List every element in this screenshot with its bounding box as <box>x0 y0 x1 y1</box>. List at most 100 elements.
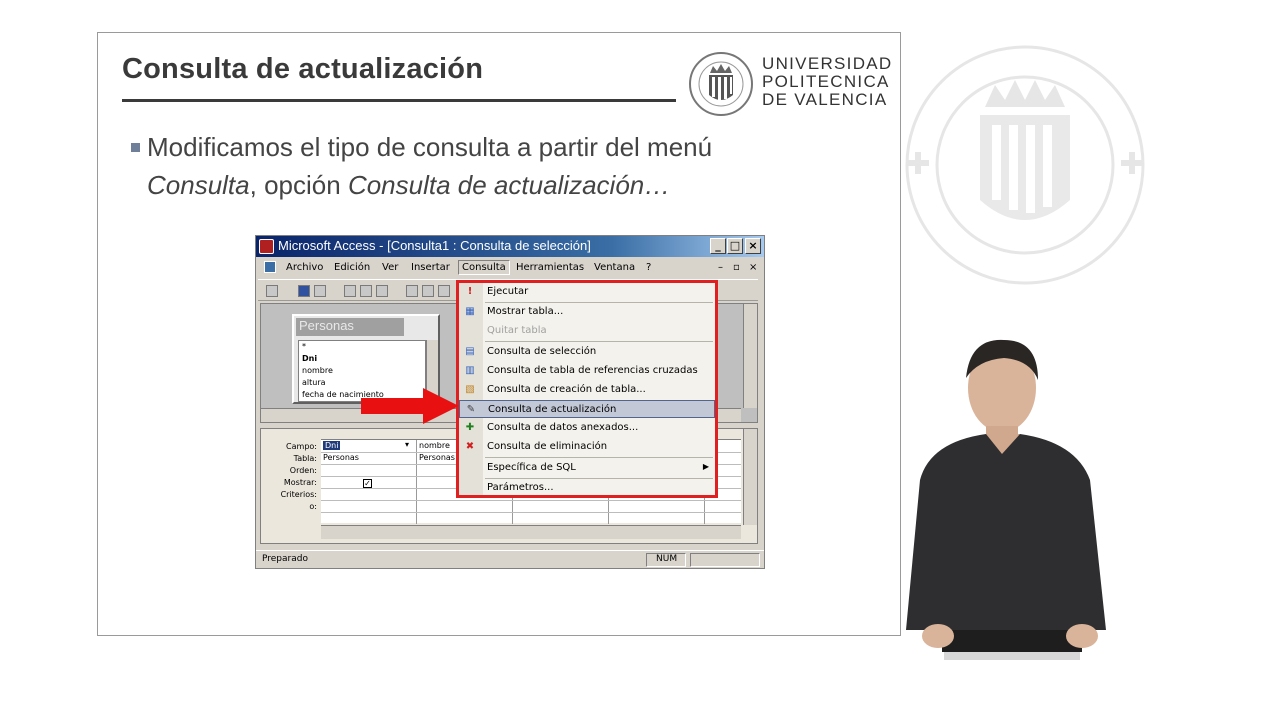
menu-consulta[interactable]: Consulta <box>458 260 510 275</box>
show-table-icon: ▦ <box>465 306 475 317</box>
grid-campo-nombre[interactable]: nombre <box>419 441 450 450</box>
menu-item-mostrar-tabla[interactable]: ▦ Mostrar tabla... <box>459 303 715 321</box>
menu-item-label: Consulta de eliminación <box>487 441 608 452</box>
spelling-icon[interactable] <box>376 285 388 297</box>
doc-minimize-icon[interactable]: – <box>718 262 723 273</box>
window-title: Microsoft Access - [Consulta1 : Consulta… <box>278 238 591 253</box>
university-seal-watermark <box>905 45 1145 285</box>
title-underline <box>122 99 676 102</box>
document-icon[interactable] <box>264 261 276 273</box>
window-titlebar[interactable]: Microsoft Access - [Consulta1 : Consulta… <box>256 236 764 257</box>
grid-label: Criterios: <box>280 490 317 499</box>
menu-herramientas[interactable]: Herramientas <box>516 262 584 273</box>
menu-item-label: Consulta de tabla de referencias cruzada… <box>487 365 698 376</box>
paste-icon[interactable] <box>438 285 450 297</box>
grid-dropdown-icon[interactable]: ▾ <box>405 440 409 449</box>
slide-title: Consulta de actualización <box>122 53 484 85</box>
table-box-title: Personas <box>296 318 404 336</box>
menu-item-label: Ejecutar <box>487 286 529 297</box>
grid-row-line <box>321 500 741 501</box>
menu-item-ejecutar[interactable]: ! Ejecutar <box>459 283 715 301</box>
update-query-icon: ✎ <box>466 404 476 415</box>
menu-item-label: Consulta de datos anexados... <box>487 422 639 433</box>
grid-label: o: <box>309 502 317 511</box>
search-icon[interactable] <box>314 285 326 297</box>
menu-item-label: Parámetros... <box>487 482 554 493</box>
menu-ver[interactable]: Ver <box>382 262 398 273</box>
menu-item-label: Consulta de actualización <box>488 404 617 415</box>
copy-icon[interactable] <box>422 285 434 297</box>
make-table-query-icon: ▧ <box>465 384 475 395</box>
doc-restore-icon[interactable]: ▫ <box>733 262 740 273</box>
status-box <box>690 553 760 567</box>
bullet-menu-name: Consulta <box>147 170 250 200</box>
bullet-point: Modificamos el tipo de consulta a partir… <box>131 128 831 204</box>
grid-vscroll[interactable] <box>743 429 757 525</box>
delete-query-icon: ✖ <box>465 441 475 452</box>
menu-item-label: Quitar tabla <box>487 325 547 336</box>
menu-item-consulta-referencias-cruzadas[interactable]: ▥ Consulta de tabla de referencias cruza… <box>459 362 715 380</box>
university-logo-icon <box>689 52 753 116</box>
save-icon[interactable] <box>298 285 310 297</box>
grid-tabla-1[interactable]: Personas <box>323 453 359 462</box>
menu-item-consulta-actualizacion[interactable]: ✎ Consulta de actualización <box>459 400 715 418</box>
menu-item-label: Consulta de creación de tabla... <box>487 384 646 395</box>
menu-item-consulta-datos-anexados[interactable]: ✚ Consulta de datos anexados... <box>459 419 715 437</box>
menu-help[interactable]: ? <box>646 262 651 273</box>
print-icon[interactable] <box>344 285 356 297</box>
menu-archivo[interactable]: Archivo <box>286 262 323 273</box>
university-name-line: UNIVERSIDAD <box>762 54 893 73</box>
mostrar-checkbox[interactable]: ✓ <box>363 479 372 488</box>
grid-row-line <box>321 512 741 513</box>
menu-item-consulta-creacion-tabla[interactable]: ▧ Consulta de creación de tabla... <box>459 381 715 399</box>
bullet-square-icon <box>131 143 140 152</box>
menu-item-consulta-seleccion[interactable]: ▤ Consulta de selección <box>459 343 715 361</box>
grid-label: Orden: <box>289 466 317 475</box>
grid-tabla-2[interactable]: Personas <box>419 453 455 462</box>
menu-ventana[interactable]: Ventana <box>594 262 635 273</box>
bullet-text-part: Modificamos el tipo de consulta a partir… <box>147 132 713 162</box>
grid-label: Tabla: <box>293 454 317 463</box>
menu-edicion[interactable]: Edición <box>334 262 370 273</box>
university-name-line: POLITECNICA <box>762 72 890 91</box>
presenter-figure <box>906 339 1106 660</box>
close-button[interactable]: × <box>745 238 761 254</box>
menu-item-consulta-eliminacion[interactable]: ✖ Consulta de eliminación <box>459 438 715 456</box>
university-name: UNIVERSIDAD POLITECNICA DE VALENCIA <box>762 55 893 109</box>
status-bar: Preparado NUM <box>256 550 764 568</box>
field-item[interactable]: nombre <box>302 365 425 377</box>
field-item[interactable]: * <box>302 341 425 353</box>
access-app-icon[interactable] <box>259 239 274 254</box>
menu-separator <box>485 457 713 458</box>
preview-icon[interactable] <box>360 285 372 297</box>
append-query-icon: ✚ <box>465 422 475 433</box>
select-query-icon: ▤ <box>465 346 475 357</box>
field-item[interactable]: Dni <box>302 353 425 365</box>
university-name-line: DE VALENCIA <box>762 90 888 109</box>
menu-item-label: Consulta de selección <box>487 346 597 357</box>
grid-campo-dni[interactable]: Dni <box>323 441 341 450</box>
slide: Consulta de actualización UNIVERSIDAD PO… <box>97 32 901 636</box>
menu-item-label: Mostrar tabla... <box>487 306 564 317</box>
red-arrow-icon <box>361 388 459 424</box>
menu-item-parametros[interactable]: Parámetros... <box>459 479 715 497</box>
status-num: NUM <box>656 554 678 564</box>
menu-separator <box>485 341 713 342</box>
exclamation-icon: ! <box>467 286 473 297</box>
maximize-button[interactable]: □ <box>727 238 743 254</box>
status-text: Preparado <box>262 554 308 564</box>
minimize-button[interactable]: _ <box>710 238 726 254</box>
menu-item-quitar-tabla[interactable]: Quitar tabla <box>459 322 715 340</box>
menu-item-especifica-sql[interactable]: Específica de SQL ▶ <box>459 459 715 477</box>
view-icon[interactable] <box>266 285 278 297</box>
menu-item-label: Específica de SQL <box>487 462 576 473</box>
table-pane-vscroll[interactable] <box>743 304 757 408</box>
bullet-option-name: Consulta de actualización… <box>347 170 671 200</box>
grid-hscroll[interactable] <box>321 525 741 539</box>
bullet-text-part: , opción <box>249 170 341 200</box>
menu-insertar[interactable]: Insertar <box>411 262 450 273</box>
cut-icon[interactable] <box>406 285 418 297</box>
bullet-text: Modificamos el tipo de consulta a partir… <box>131 128 831 204</box>
dropdown-inner: ! Ejecutar ▦ Mostrar tabla... Quitar tab… <box>459 283 715 495</box>
doc-close-icon[interactable]: × <box>749 262 757 273</box>
